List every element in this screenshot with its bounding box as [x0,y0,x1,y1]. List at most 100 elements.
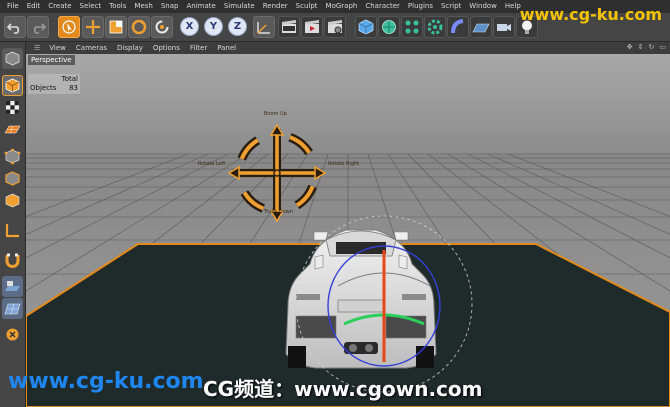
menu-tools[interactable]: Tools [105,0,130,13]
planar-workplane-button[interactable] [2,298,23,319]
y-axis-lock-button[interactable]: Y [204,17,223,36]
redo-button[interactable] [27,16,49,38]
menu-edit[interactable]: Edit [23,0,45,13]
edges-cube-icon [5,171,20,186]
viewport-menu-cameras[interactable]: Cameras [71,42,112,54]
undo-icon [6,23,20,34]
live-selection-button[interactable] [58,16,80,38]
bend-deformer-icon [451,19,464,34]
array-icon [405,20,419,34]
viewport-camera-label[interactable]: Perspective [28,55,75,65]
viewport-menu-filter[interactable]: Filter [185,42,212,54]
polygons-mode-button[interactable] [2,190,23,211]
menu-create[interactable]: Create [44,0,75,13]
camera-object-button[interactable] [493,16,515,38]
watermark-top: www.cg-ku.com [519,5,662,24]
scale-tool-button[interactable] [105,16,127,38]
viewport-menu-view[interactable]: View [44,42,71,54]
x-axis-lock-button[interactable]: X [180,17,199,36]
viewport-grip-icon: ☰ [34,44,41,52]
redo-icon [33,23,47,34]
render-settings-button[interactable] [324,16,346,38]
move-icon [86,20,100,34]
menu-render[interactable]: Render [259,0,292,13]
solo-mode-button[interactable] [2,324,23,345]
lock-workplane-button[interactable] [2,276,23,297]
deformer-button[interactable] [447,16,469,38]
axis-mode-button[interactable] [2,220,23,241]
manipulator-down-label: Truck Down [264,209,293,215]
coordinate-system-button[interactable] [253,16,275,38]
undo-button[interactable] [4,16,26,38]
cube-model-icon [5,78,20,93]
viewport-hud: Total Objects 83 [28,74,80,94]
cube-object-button[interactable] [355,16,377,38]
world-coordinates-icon [257,22,270,34]
magnet-icon [5,253,20,268]
snapping-button[interactable] [2,250,23,271]
rotate-icon [131,19,147,35]
manipulator-right-label: Rotate Right [328,161,360,167]
menu-mograph[interactable]: MoGraph [322,0,362,13]
hud-objects-label: Objects [30,84,57,92]
hud-total-header: Total [61,75,78,83]
hud-objects-value: 83 [69,84,78,92]
menu-animate[interactable]: Animate [182,0,219,13]
orbit-icon[interactable]: ↻ [649,43,655,51]
subdivision-surface-button[interactable] [378,16,400,38]
model-mode-button[interactable] [2,75,23,96]
points-cube-icon [4,148,21,165]
recent-tool-button[interactable] [151,16,173,38]
workplane-grid-icon [4,303,21,315]
maximize-icon[interactable]: ▭ [659,43,666,51]
lock-grid-icon [5,281,20,291]
z-axis-lock-button[interactable]: Z [228,17,247,36]
left-tool-palette [0,42,26,407]
texture-mode-button[interactable] [2,97,23,118]
pan-icon[interactable]: ✥ [627,43,633,51]
polygons-cube-icon [5,193,20,208]
points-mode-button[interactable] [2,146,23,167]
manipulator-up-label: Boom Up [264,111,287,117]
grid-plane-icon [4,125,21,134]
menu-select[interactable]: Select [76,0,106,13]
nurbs-icon [382,20,396,34]
menu-script[interactable]: Script [437,0,465,13]
make-editable-icon [5,51,20,66]
viewport-nav-icons: ✥ ⇕ ↻ ▭ [627,43,666,51]
rotate-tool-button[interactable] [128,16,150,38]
array-button[interactable] [401,16,423,38]
viewport-menu-panel[interactable]: Panel [212,42,241,54]
cursor-icon [62,20,76,34]
viewport-menubar: ☰ View Cameras Display Options Filter Pa… [26,42,670,54]
render-view-button[interactable] [278,16,300,38]
menu-character[interactable]: Character [361,0,404,13]
viewport-menu-display[interactable]: Display [112,42,148,54]
zoom-icon[interactable]: ⇕ [638,43,644,51]
watermark-bottom-center: CG频道：www.cgown.com [203,377,483,401]
menu-simulate[interactable]: Simulate [220,0,259,13]
menu-file[interactable]: File [3,0,23,13]
menu-sculpt[interactable]: Sculpt [292,0,322,13]
workplane-mode-button[interactable] [2,119,23,140]
mograph-cloner-button[interactable] [424,16,446,38]
clapper-gear-icon [328,20,342,34]
perspective-viewport[interactable]: Perspective Total Objects 83 Boom Up Truc… [26,54,670,407]
move-tool-button[interactable] [82,16,104,38]
scale-icon [109,20,123,34]
menu-snap[interactable]: Snap [157,0,183,13]
edges-mode-button[interactable] [2,168,23,189]
floor-icon [472,23,490,33]
floor-object-button[interactable] [470,16,492,38]
axis-corner-icon [5,224,19,238]
menu-window[interactable]: Window [465,0,501,13]
render-picture-viewer-button[interactable] [301,16,323,38]
solo-icon [6,328,19,341]
menu-plugins[interactable]: Plugins [404,0,437,13]
camera-icon [497,24,511,31]
viewport-menu-options[interactable]: Options [148,42,185,54]
menu-mesh[interactable]: Mesh [130,0,156,13]
make-editable-button[interactable] [2,48,23,69]
viewport-scene [26,54,670,407]
checker-icon [6,101,19,114]
